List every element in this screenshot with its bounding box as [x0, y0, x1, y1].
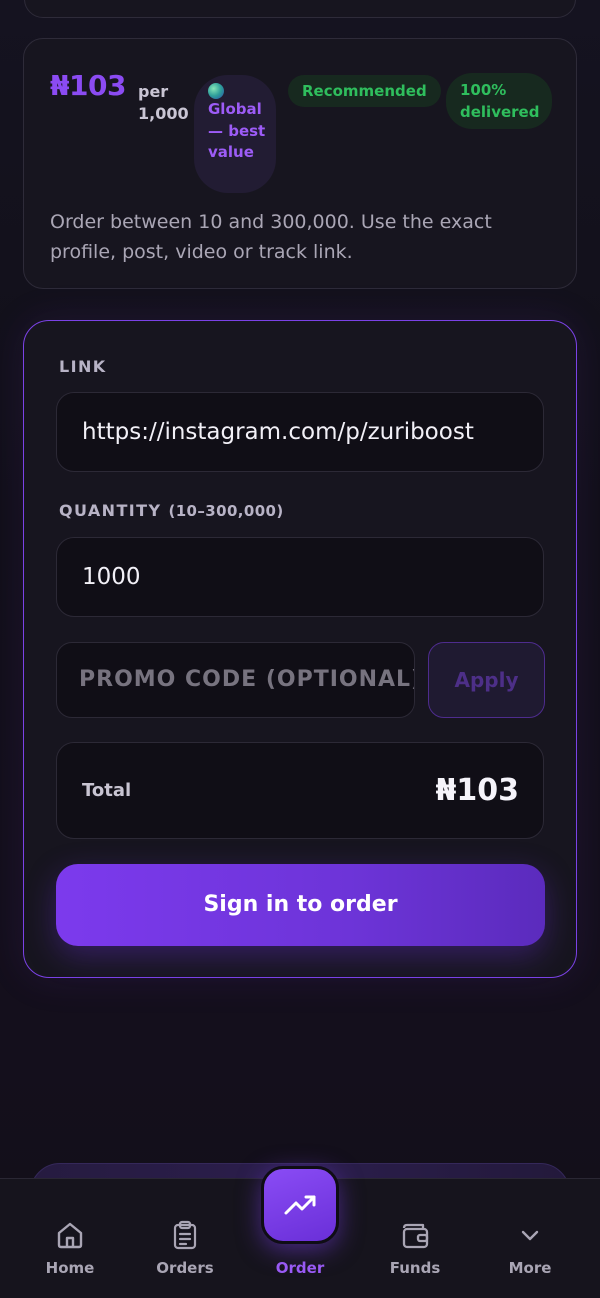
order-fab-button[interactable]: [261, 1166, 339, 1244]
apply-button[interactable]: Apply: [428, 642, 545, 718]
total-label: Total: [82, 780, 132, 801]
home-icon: [57, 1222, 83, 1249]
global-badge-label: Global — best value: [208, 100, 266, 161]
quantity-input[interactable]: 1000: [56, 537, 544, 617]
service-card: ₦103 per 1,000 Global — best value Recom…: [23, 38, 577, 289]
global-badge: Global — best value: [194, 75, 276, 193]
nav-label-funds: Funds: [389, 1259, 441, 1277]
nav-item-more[interactable]: More: [480, 1179, 580, 1298]
trending-up-icon: [284, 1195, 316, 1215]
chevron-down-icon: [521, 1230, 539, 1241]
link-input[interactable]: https://instagram.com/p/zuriboost: [56, 392, 544, 472]
clipboard-icon: [173, 1220, 197, 1250]
price-unit: per 1,000: [138, 82, 189, 123]
recommended-badge: Recommended: [288, 75, 441, 107]
link-label: LINK: [59, 357, 107, 376]
service-price: ₦103: [50, 69, 126, 102]
quantity-label: QUANTITY (10–300,000): [59, 501, 284, 520]
total-box: Total ₦103: [56, 742, 544, 839]
total-value: ₦103: [435, 773, 520, 808]
nav-label-orders: Orders: [156, 1259, 214, 1277]
sign-in-to-order-button[interactable]: Sign in to order: [56, 864, 545, 946]
order-form: LINK https://instagram.com/p/zuriboost Q…: [23, 320, 577, 978]
nav-label-more: More: [508, 1259, 552, 1277]
quantity-label-text: QUANTITY: [59, 501, 162, 520]
quantity-range: (10–300,000): [168, 502, 284, 520]
nav-item-funds[interactable]: Funds: [365, 1179, 465, 1298]
nav-item-orders[interactable]: Orders: [135, 1179, 235, 1298]
previous-card: [24, 0, 576, 18]
nav-label-home: Home: [45, 1259, 95, 1277]
nav-label-order: Order: [275, 1259, 325, 1277]
promo-code-input[interactable]: PROMO CODE (OPTIONAL): [56, 642, 415, 718]
wallet-icon: [402, 1223, 429, 1249]
globe-icon: [208, 83, 224, 99]
delivered-badge: 100% delivered: [446, 73, 552, 129]
service-description: Order between 10 and 300,000. Use the ex…: [50, 211, 492, 263]
nav-item-home[interactable]: Home: [20, 1179, 120, 1298]
